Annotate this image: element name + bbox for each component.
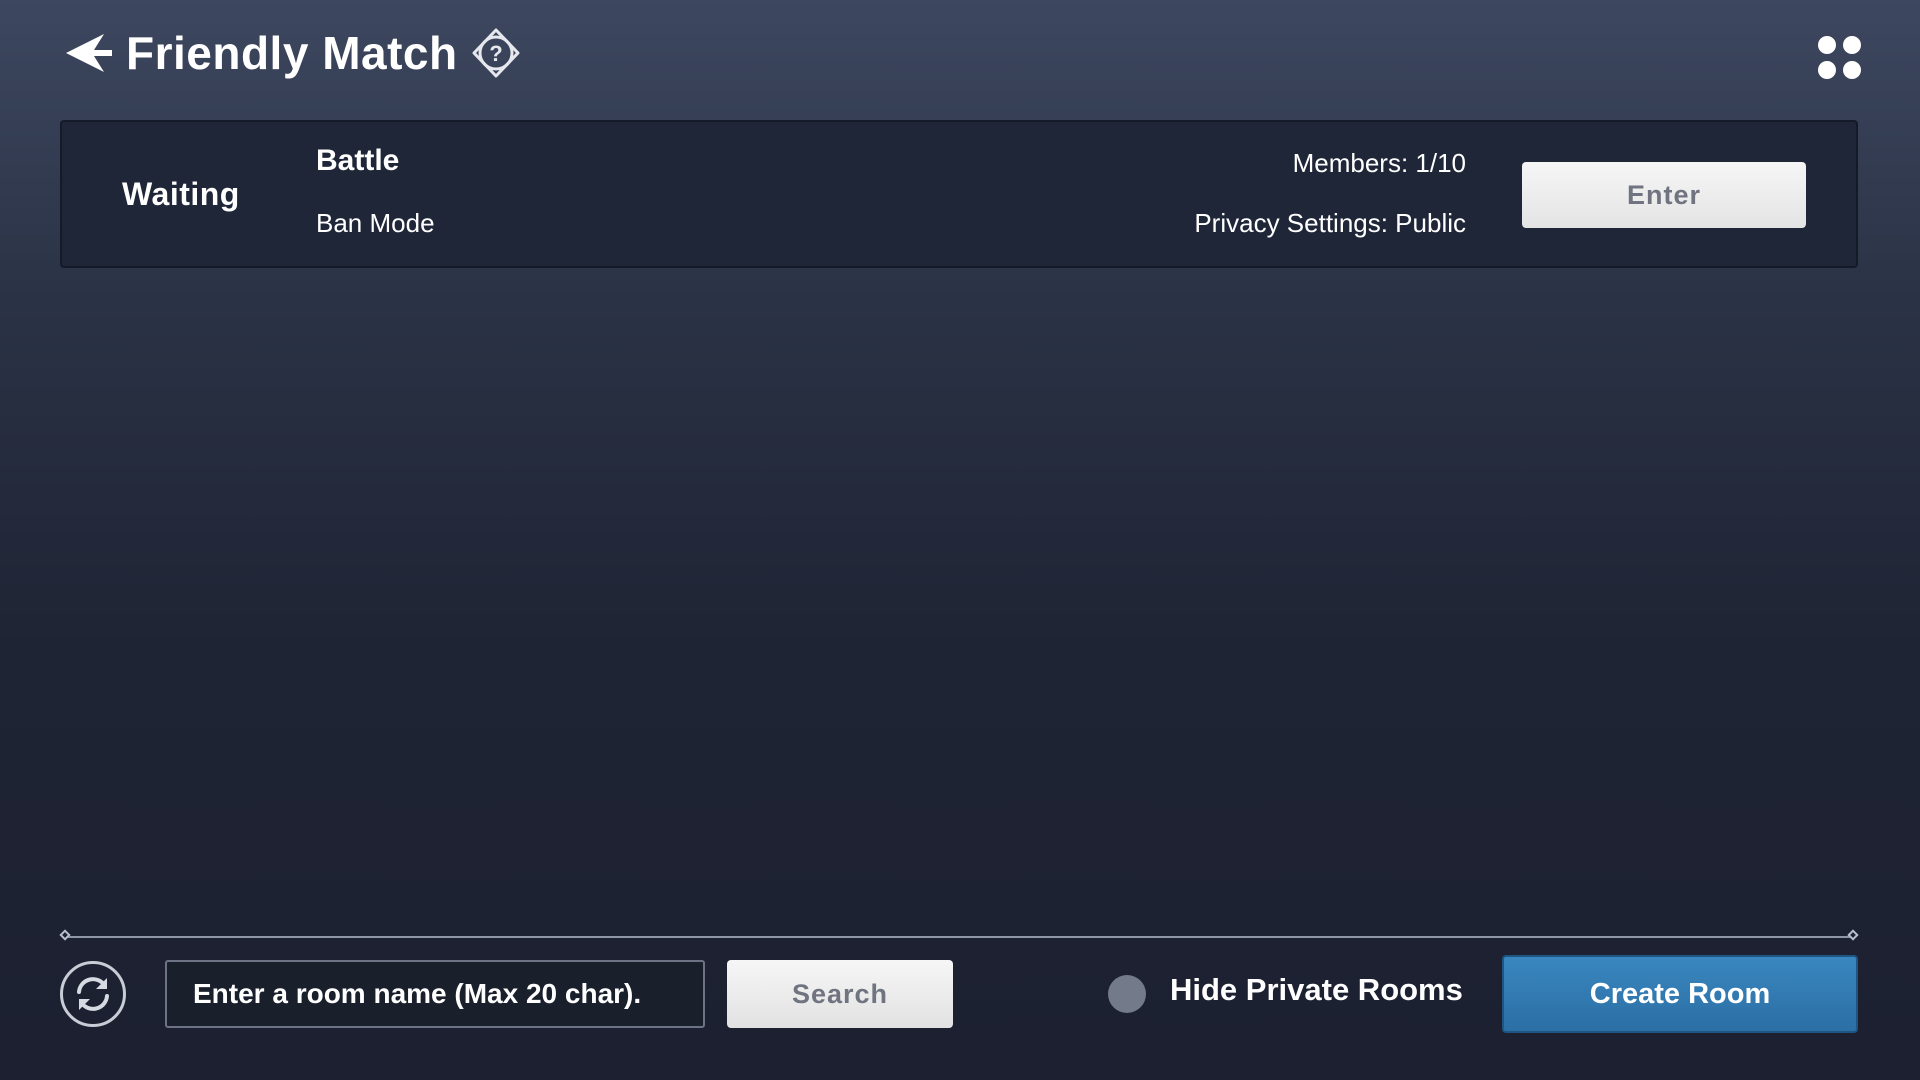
refresh-icon — [77, 977, 109, 1011]
grid-menu-button[interactable] — [1818, 36, 1862, 80]
help-button[interactable]: ? — [470, 27, 522, 79]
room-list-item: Waiting Battle Ban Mode Members: 1/10 Pr… — [60, 120, 1858, 268]
hide-private-rooms-label[interactable]: Hide Private Rooms — [1170, 972, 1463, 1008]
room-sub-mode: Ban Mode — [316, 208, 435, 238]
divider-end-right — [1847, 929, 1859, 941]
room-status: Waiting — [122, 175, 240, 212]
room-mode: Battle — [316, 144, 400, 177]
page-title: Friendly Match — [126, 27, 458, 79]
hide-private-rooms-toggle[interactable] — [1108, 975, 1146, 1013]
room-name-search-input[interactable] — [165, 960, 705, 1028]
back-arrow-icon — [66, 34, 112, 72]
grid-menu-icon — [1843, 61, 1861, 79]
grid-menu-icon — [1818, 36, 1836, 54]
search-button[interactable]: Search — [727, 960, 953, 1028]
refresh-button[interactable] — [60, 961, 126, 1027]
help-icon: ? — [472, 28, 520, 78]
header: Friendly Match ? — [62, 22, 522, 84]
divider — [66, 936, 1854, 938]
room-privacy: Privacy Settings: Public — [1194, 208, 1466, 238]
grid-menu-icon — [1843, 36, 1861, 54]
room-members: Members: 1/10 — [1292, 148, 1466, 178]
divider-end-left — [59, 929, 71, 941]
enter-room-button[interactable]: Enter — [1522, 162, 1806, 228]
grid-menu-icon — [1818, 61, 1836, 79]
back-button[interactable] — [62, 26, 116, 80]
svg-text:?: ? — [489, 41, 502, 66]
create-room-button[interactable]: Create Room — [1502, 955, 1858, 1033]
